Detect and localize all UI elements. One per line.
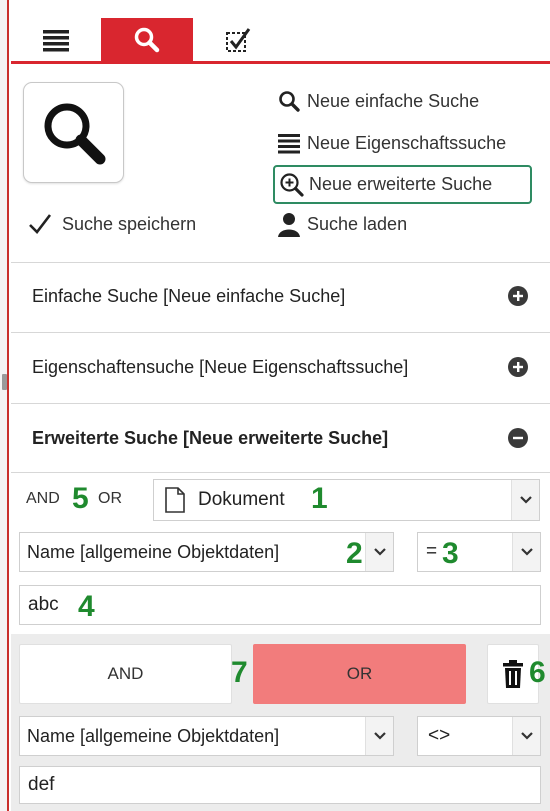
new-extended-search-label: Neue erweiterte Suche (309, 174, 493, 194)
field-select-2[interactable]: Name [allgemeine Objektdaten] (19, 716, 394, 756)
section-simple-search-title: Einfache Suche [Neue einfache Suche] (32, 285, 346, 306)
annotation-7: 7 (231, 656, 248, 689)
chevron-down-icon[interactable] (512, 533, 540, 571)
new-property-search-label: Neue Eigenschaftssuche (307, 132, 507, 153)
section-extended-search[interactable]: Erweiterte Suche [Neue erweiterte Suche] (11, 408, 550, 468)
value-input[interactable]: abc (19, 585, 541, 625)
load-search-label: Suche laden (307, 213, 408, 234)
section-extended-search-title: Erweiterte Suche [Neue erweiterte Suche] (32, 427, 389, 448)
value-input-2-text: def (28, 774, 55, 795)
operator-select-2[interactable]: <> (417, 716, 541, 756)
search-icon (134, 27, 160, 52)
load-search-link[interactable]: Suche laden (277, 207, 477, 241)
checkbox-icon (226, 27, 251, 52)
section-simple-search[interactable]: Einfache Suche [Neue einfache Suche] (11, 266, 550, 326)
annotation-6: 6 (529, 656, 546, 689)
and-toggle-button[interactable]: AND (19, 644, 232, 704)
annotation-1: 1 (311, 482, 328, 515)
search-panel: Suche speichern Neue einfache Suche Neue… (11, 0, 550, 811)
object-type-select[interactable]: Dokument (153, 479, 540, 521)
trash-icon (503, 660, 523, 688)
check-icon (29, 214, 52, 234)
chevron-down-icon[interactable] (365, 533, 393, 571)
tab-search[interactable] (101, 18, 193, 61)
document-icon (165, 487, 185, 513)
section-property-search-title: Eigenschaftensuche [Neue Eigenschaftssuc… (32, 356, 409, 377)
new-property-search-link[interactable]: Neue Eigenschaftssuche (277, 126, 535, 160)
user-icon (278, 213, 300, 237)
divider (11, 262, 550, 263)
new-extended-search-link[interactable]: Neue erweiterte Suche (273, 165, 532, 204)
collapse-icon[interactable] (508, 428, 528, 448)
chevron-down-icon[interactable] (511, 480, 539, 520)
and-toggle-label: AND (107, 664, 144, 683)
tab-list[interactable] (11, 18, 101, 61)
annotation-3: 3 (442, 537, 459, 570)
operator-select-value: = (426, 541, 438, 562)
operator-select[interactable]: = (417, 532, 541, 572)
operator-select-2-value: <> (428, 725, 451, 746)
operator-and-label[interactable]: AND (26, 490, 60, 508)
field-select-2-value: Name [allgemeine Objektdaten] (27, 725, 280, 746)
value-input-2[interactable]: def (19, 766, 541, 804)
annotation-2: 2 (346, 537, 363, 570)
new-simple-search-link[interactable]: Neue einfache Suche (277, 84, 547, 118)
expand-icon[interactable] (508, 286, 528, 306)
section-property-search[interactable]: Eigenschaftensuche [Neue Eigenschaftssuc… (11, 337, 550, 397)
operator-or-label[interactable]: OR (98, 490, 122, 508)
save-search-link[interactable]: Suche speichern (28, 210, 196, 238)
or-toggle-button[interactable]: OR (253, 644, 466, 704)
save-search-label: Suche speichern (62, 213, 197, 234)
resize-handle[interactable] (2, 374, 7, 390)
chevron-down-icon[interactable] (365, 717, 393, 755)
zoom-in-icon (280, 172, 304, 197)
annotation-5: 5 (72, 482, 89, 515)
field-select[interactable]: Name [allgemeine Objektdaten] (19, 532, 394, 572)
tab-checklist[interactable] (193, 18, 283, 61)
divider (11, 472, 550, 473)
divider (11, 403, 550, 404)
field-select-value: Name [allgemeine Objektdaten] (27, 541, 280, 562)
value-input-text: abc (28, 594, 59, 615)
object-type-value: Dokument (198, 489, 285, 510)
chevron-down-icon[interactable] (512, 717, 540, 755)
list-icon (278, 134, 300, 154)
annotation-4: 4 (78, 590, 95, 623)
divider (11, 332, 550, 333)
or-toggle-label: OR (346, 664, 373, 683)
start-search-button[interactable] (23, 82, 124, 183)
expand-icon[interactable] (508, 357, 528, 377)
list-icon (43, 29, 69, 51)
left-edge (0, 0, 9, 811)
new-simple-search-label: Neue einfache Suche (307, 90, 480, 111)
tab-bar (11, 0, 550, 64)
magnifier-icon (44, 103, 105, 164)
search-icon (279, 91, 300, 112)
